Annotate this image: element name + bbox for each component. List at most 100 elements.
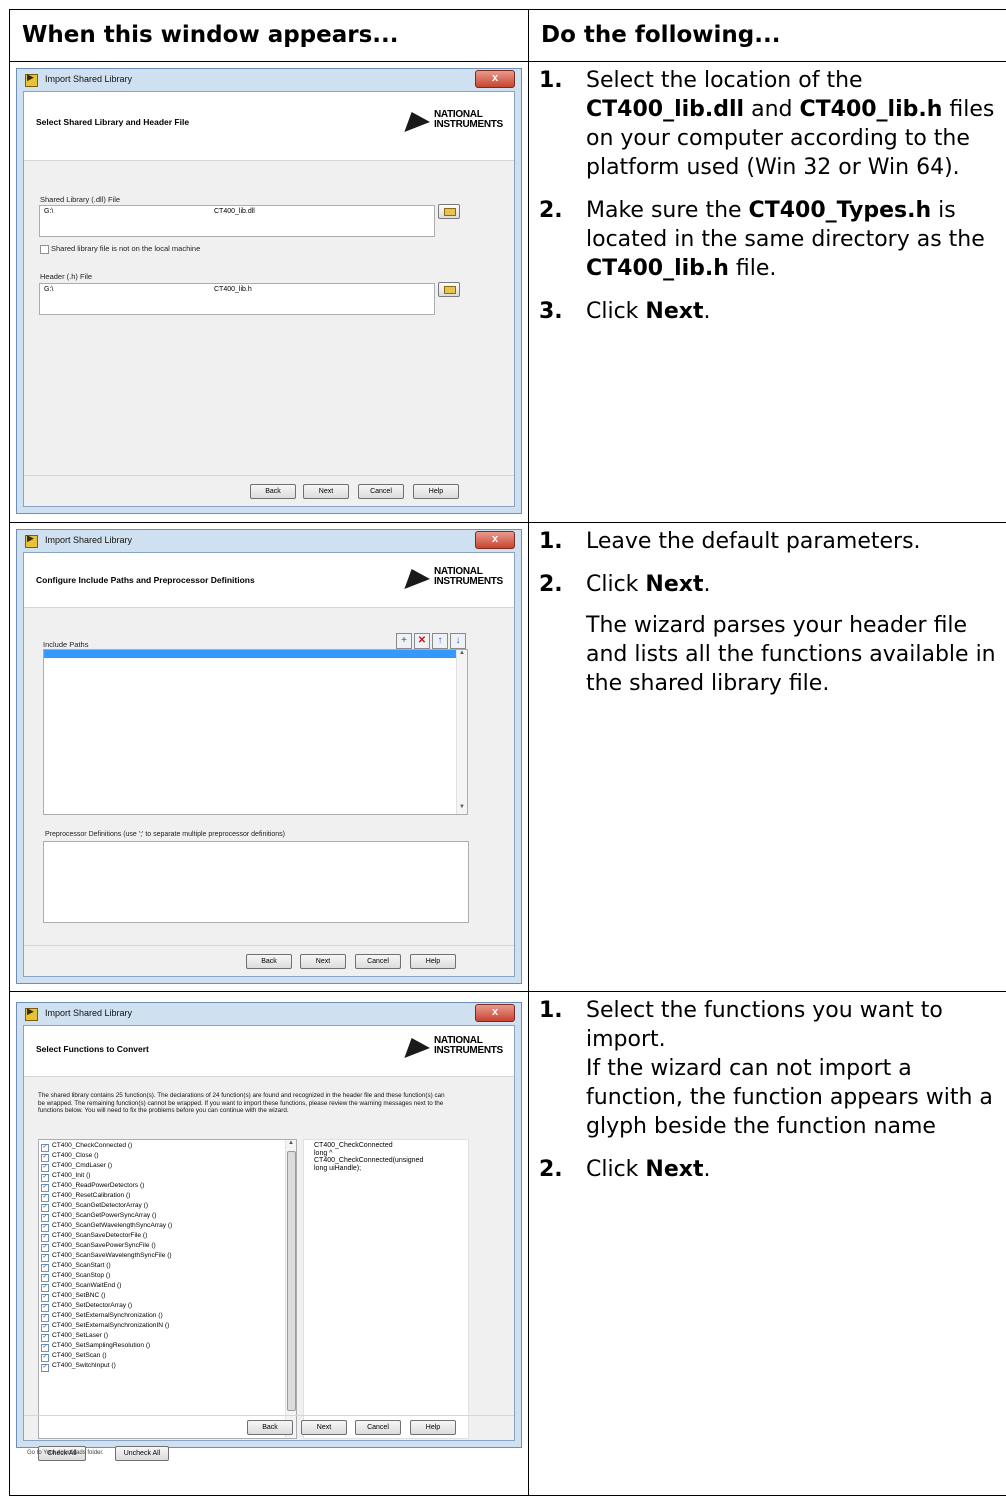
function-checkbox[interactable]: ✓	[41, 1184, 49, 1192]
table-row: Import Shared Library x Select Shared Li…	[9, 61, 1006, 523]
instruction-table: When this window appears... Do the follo…	[9, 9, 1006, 1496]
scroll-up-icon[interactable]: ▲	[286, 1140, 296, 1150]
browse-folder-icon[interactable]	[438, 204, 460, 219]
scroll-thumb[interactable]	[287, 1151, 296, 1411]
function-checkbox[interactable]: ✓	[41, 1344, 49, 1352]
function-checkbox[interactable]: ✓	[41, 1354, 49, 1362]
function-checkbox[interactable]: ✓	[41, 1284, 49, 1292]
function-checkbox[interactable]: ✓	[41, 1204, 49, 1212]
list-item[interactable]: ✓ CT400_SetScan ()	[41, 1352, 172, 1362]
function-checkbox[interactable]: ✓	[41, 1224, 49, 1232]
function-checkbox[interactable]: ✓	[41, 1144, 49, 1152]
function-checkbox[interactable]: ✓	[41, 1314, 49, 1322]
shared-library-path-field[interactable]: G:\ CT400_lib.dll	[39, 205, 435, 237]
close-button[interactable]: x	[475, 1004, 515, 1022]
function-checkbox[interactable]: ✓	[41, 1294, 49, 1302]
function-checkbox[interactable]: ✓	[41, 1214, 49, 1222]
cancel-button[interactable]: Cancel	[355, 1420, 401, 1435]
include-paths-scrollbar[interactable]: ▲ ▼	[456, 650, 467, 814]
back-button[interactable]: Back	[250, 484, 296, 499]
function-checkbox[interactable]: ✓	[41, 1334, 49, 1342]
function-checkbox[interactable]: ✓	[41, 1254, 49, 1262]
ni-logo: NATIONAL INSTRUMENTS	[404, 108, 508, 136]
list-item[interactable]: ✓ CT400_SetExternalSynchronization ()	[41, 1312, 172, 1322]
function-checkbox[interactable]: ✓	[41, 1244, 49, 1252]
screenshot-cell: Import Shared Library x Select Shared Li…	[9, 61, 529, 523]
list-item[interactable]: ✓ CT400_Close ()	[41, 1152, 172, 1162]
back-button[interactable]: Back	[246, 954, 292, 969]
list-item[interactable]: ✓ CT400_SwitchInput ()	[41, 1362, 172, 1372]
list-item[interactable]: ✓ CT400_ScanGetPowerSyncArray ()	[41, 1212, 172, 1222]
import-shared-library-dialog: Import Shared Library x Configure Includ…	[16, 529, 522, 984]
list-item[interactable]: ✓ CT400_ReadPowerDetectors ()	[41, 1182, 172, 1192]
function-checkbox[interactable]: ✓	[41, 1194, 49, 1202]
functions-list[interactable]: ✓ CT400_CheckConnected () ✓ CT400_Close () ✓…	[38, 1139, 297, 1439]
list-item[interactable]: ✓ CT400_ScanWaitEnd ()	[41, 1282, 172, 1292]
functions-list-items: ✓ CT400_CheckConnected () ✓ CT400_Close () ✓…	[41, 1142, 172, 1372]
header-file-path: G:\	[44, 286, 54, 293]
list-item[interactable]: ✓ CT400_ScanStop ()	[41, 1272, 172, 1282]
list-item[interactable]: ✓ CT400_CmdLaser ()	[41, 1162, 172, 1172]
list-item[interactable]: ✓ CT400_ResetCalibration ()	[41, 1192, 172, 1202]
browse-folder-icon[interactable]	[438, 282, 460, 297]
function-checkbox[interactable]: ✓	[41, 1154, 49, 1162]
function-checkbox[interactable]: ✓	[41, 1364, 49, 1372]
function-checkbox[interactable]: ✓	[41, 1304, 49, 1312]
scroll-up-icon[interactable]: ▲	[457, 650, 467, 660]
functions-scrollbar[interactable]: ▲ ▼	[285, 1140, 296, 1438]
help-button[interactable]: Help	[413, 484, 459, 499]
include-paths-list[interactable]: ▲ ▼	[43, 649, 468, 815]
header-file-path-field[interactable]: G:\ CT400_lib.h	[39, 283, 435, 315]
function-checkbox[interactable]: ✓	[41, 1164, 49, 1172]
function-checkbox[interactable]: ✓	[41, 1174, 49, 1182]
list-item[interactable]: ✓ CT400_ScanGetWavelengthSyncArray ()	[41, 1222, 172, 1232]
close-button[interactable]: x	[475, 70, 515, 88]
back-button[interactable]: Back	[247, 1420, 293, 1435]
move-up-icon[interactable]: ↑	[432, 633, 448, 649]
function-detail-pane[interactable]: CT400_CheckConnected long ^ CT400_CheckC…	[303, 1139, 469, 1439]
list-item[interactable]: ✓ CT400_ScanSaveWavelengthSyncFile ()	[41, 1252, 172, 1262]
function-name: CT400_SetScan ()	[52, 1352, 107, 1359]
function-name: CT400_CheckConnected ()	[52, 1142, 133, 1149]
list-item[interactable]: ✓ CT400_ScanSavePowerSyncFile ()	[41, 1242, 172, 1252]
list-item[interactable]: ✓ CT400_SetExternalSynchronizationIN ()	[41, 1322, 172, 1332]
list-item[interactable]: ✓ CT400_ScanStart ()	[41, 1262, 172, 1272]
cancel-button[interactable]: Cancel	[355, 954, 401, 969]
list-item[interactable]: ✓ CT400_Init ()	[41, 1172, 172, 1182]
step-number: 2.	[539, 198, 563, 223]
delete-path-icon[interactable]: ✕	[414, 633, 430, 649]
list-item[interactable]: ✓ CT400_SetLaser ()	[41, 1332, 172, 1342]
list-item[interactable]: ✓ CT400_ScanSaveDetectorFile ()	[41, 1232, 172, 1242]
function-checkbox[interactable]: ✓	[41, 1234, 49, 1242]
step-number: 2.	[539, 572, 563, 597]
help-button[interactable]: Help	[410, 1420, 456, 1435]
dialog-titlebar: Import Shared Library x	[17, 69, 521, 91]
cancel-button[interactable]: Cancel	[358, 484, 404, 499]
next-button[interactable]: Next	[300, 954, 346, 969]
list-item[interactable]: ✓ CT400_SetBNC ()	[41, 1292, 172, 1302]
background-window-text: Go to Your downloads folder.	[27, 1450, 104, 1456]
header-file-label: Header (.h) File	[40, 272, 93, 281]
move-down-icon[interactable]: ↓	[450, 633, 466, 649]
function-name: CT400_ScanStop ()	[52, 1272, 111, 1279]
function-name: CT400_SetBNC ()	[52, 1292, 106, 1299]
dialog-button-bar: Back Next Cancel Help	[24, 945, 514, 976]
dialog-button-bar: Back Next Cancel Help	[24, 1415, 514, 1440]
not-local-machine-checkbox[interactable]	[40, 245, 49, 254]
list-item[interactable]: ✓ CT400_CheckConnected ()	[41, 1142, 172, 1152]
help-button[interactable]: Help	[410, 954, 456, 969]
function-checkbox[interactable]: ✓	[41, 1274, 49, 1282]
add-path-icon[interactable]: +	[396, 633, 412, 649]
next-button[interactable]: Next	[303, 484, 349, 499]
uncheck-all-button[interactable]: Uncheck All	[115, 1446, 169, 1461]
list-item-selected[interactable]	[44, 650, 456, 658]
next-button[interactable]: Next	[301, 1420, 347, 1435]
list-item[interactable]: ✓ CT400_SetDetectorArray ()	[41, 1302, 172, 1312]
function-checkbox[interactable]: ✓	[41, 1324, 49, 1332]
list-item[interactable]: ✓ CT400_ScanGetDetectorArray ()	[41, 1202, 172, 1212]
close-button[interactable]: x	[475, 531, 515, 549]
function-checkbox[interactable]: ✓	[41, 1264, 49, 1272]
scroll-down-icon[interactable]: ▼	[457, 804, 467, 814]
preprocessor-definitions-input[interactable]	[43, 841, 469, 923]
list-item[interactable]: ✓ CT400_SetSamplingResolution ()	[41, 1342, 172, 1352]
